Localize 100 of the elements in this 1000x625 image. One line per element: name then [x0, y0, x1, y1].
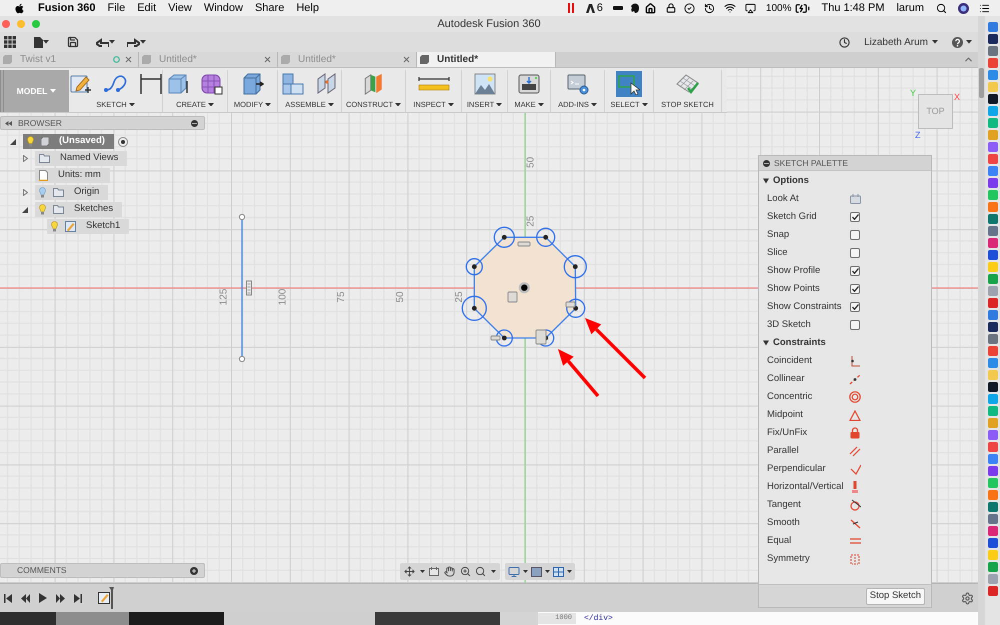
caret-icon[interactable] [590, 102, 597, 106]
menu-item[interactable]: View [168, 0, 192, 16]
browser-header[interactable]: BROWSER [0, 116, 205, 130]
fast-forward-icon[interactable] [56, 594, 65, 602]
document-tab[interactable]: Untitled* [417, 52, 556, 67]
caret-icon[interactable] [523, 570, 528, 573]
expanded-triangle-icon[interactable] [10, 138, 16, 144]
user-menu-button[interactable]: Lizabeth Arum [864, 34, 938, 50]
point-marker[interactable] [462, 296, 487, 321]
caret-icon[interactable] [544, 570, 550, 573]
padlock-icon[interactable] [666, 3, 676, 13]
close-icon[interactable] [124, 55, 133, 64]
minus-circle-icon[interactable] [763, 160, 770, 166]
point-marker[interactable] [536, 228, 556, 247]
tool-button[interactable] [138, 71, 164, 97]
square-icon[interactable] [531, 566, 542, 576]
tree-item[interactable]: Units: mm [35, 168, 110, 183]
constraint-glyph-icon[interactable] [246, 280, 252, 296]
octagon-profile[interactable] [474, 236, 576, 339]
point-marker[interactable] [494, 226, 515, 248]
tool-button[interactable] [516, 72, 542, 96]
checkbox[interactable] [850, 284, 860, 294]
clock-arrow-icon[interactable] [704, 2, 715, 14]
down-triangle-icon[interactable] [763, 178, 769, 184]
double-circle-icon[interactable] [849, 391, 861, 403]
caret-icon[interactable] [265, 102, 272, 106]
close-icon[interactable] [402, 55, 411, 64]
tool-button[interactable] [616, 71, 642, 97]
caret-icon[interactable] [490, 570, 496, 573]
section-header[interactable]: Options [759, 172, 931, 190]
timeline-sketch-icon[interactable] [98, 587, 114, 609]
help-icon[interactable] [952, 36, 963, 48]
orb-icon[interactable] [958, 2, 969, 14]
crossed-line-icon[interactable] [850, 518, 860, 528]
tree-item[interactable]: Origin [35, 185, 108, 200]
checkbox[interactable] [850, 248, 860, 258]
stop-sketch-button[interactable]: Stop Sketch [866, 588, 925, 604]
point-marker[interactable] [496, 329, 513, 347]
slanted-dash-icon[interactable] [849, 374, 861, 384]
grid-icon[interactable] [4, 36, 16, 48]
minus-circle-icon[interactable] [191, 120, 198, 126]
caret-icon[interactable] [538, 102, 544, 106]
rewind-icon[interactable] [21, 594, 30, 602]
display-icon[interactable] [744, 2, 756, 14]
menu-item[interactable]: File [107, 0, 126, 16]
caret-icon[interactable] [208, 102, 214, 106]
down-triangle-icon[interactable] [763, 340, 769, 346]
palette-header[interactable]: SKETCH PALETTE [759, 156, 931, 171]
center-point[interactable] [518, 282, 530, 294]
four-arrows-icon[interactable] [404, 566, 416, 577]
lightbulb-icon[interactable] [27, 136, 34, 147]
calendar-icon[interactable] [429, 567, 440, 576]
expanded-triangle-icon[interactable] [22, 206, 28, 212]
comments-bar[interactable]: COMMENTS [0, 563, 205, 578]
section-header[interactable]: Constraints [759, 334, 931, 352]
magnifier-icon[interactable] [475, 566, 486, 577]
check-circle-icon[interactable] [684, 2, 695, 14]
dash-icon[interactable] [612, 6, 623, 10]
pause-icon[interactable] [568, 3, 574, 13]
caret-icon[interactable] [966, 40, 972, 44]
plus-circle-icon[interactable] [190, 566, 198, 574]
file-icon[interactable] [34, 36, 43, 48]
caret-icon[interactable] [420, 570, 425, 573]
caret-icon[interactable] [109, 40, 115, 44]
grid-icon[interactable] [552, 566, 564, 576]
caret-icon[interactable] [328, 102, 334, 106]
caret-icon[interactable] [496, 102, 502, 106]
menu-item[interactable]: Window [204, 0, 243, 16]
checkbox[interactable] [850, 266, 860, 276]
magnifier-plus-icon[interactable] [460, 566, 471, 577]
hand-icon[interactable] [444, 566, 455, 577]
triangle-icon[interactable] [849, 410, 861, 420]
corner-dot-icon[interactable] [850, 356, 860, 366]
checkbox[interactable] [850, 302, 860, 312]
point-marker[interactable] [564, 255, 587, 278]
constraint-glyph-icon[interactable] [518, 242, 530, 246]
blob-icon[interactable] [630, 3, 640, 13]
caret-icon[interactable] [128, 102, 135, 106]
tool-button[interactable] [416, 75, 452, 93]
caret-icon[interactable] [642, 102, 648, 106]
close-icon[interactable] [263, 55, 272, 64]
collapsed-triangle-icon[interactable] [22, 189, 28, 196]
skip-start-icon[interactable] [4, 594, 12, 602]
point-marker[interactable] [566, 298, 586, 318]
caret-icon[interactable] [448, 102, 454, 106]
user-name[interactable]: larum [896, 0, 924, 16]
checkbox[interactable] [850, 212, 860, 222]
tree-item[interactable]: Sketch1 [47, 219, 130, 234]
tree-item[interactable]: Sketches [35, 202, 122, 217]
skip-end-icon[interactable] [74, 594, 82, 602]
vertical-bar-icon[interactable] [852, 481, 858, 493]
settings-icon[interactable] [961, 592, 974, 604]
right-angle-icon[interactable] [850, 464, 860, 474]
collapsed-triangle-icon[interactable] [22, 155, 28, 162]
double-arrow-icon[interactable] [5, 120, 12, 126]
letter-a-icon[interactable] [586, 4, 595, 12]
parallel-lines-icon[interactable] [849, 446, 861, 456]
app-name-menu[interactable]: Fusion 360 [38, 0, 96, 16]
clock-icon[interactable] [839, 36, 850, 48]
sketch-line[interactable] [238, 214, 246, 362]
